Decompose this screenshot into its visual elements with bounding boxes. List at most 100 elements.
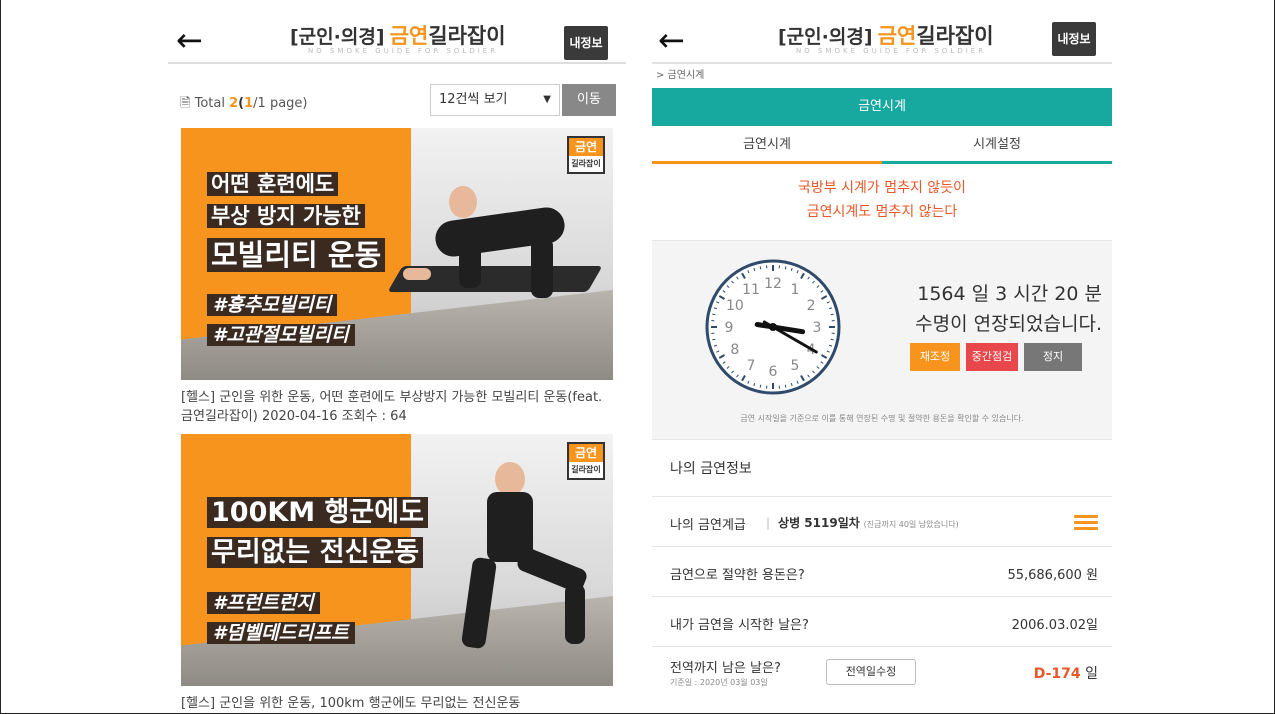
clock-number: 6 xyxy=(769,364,778,380)
thumb-tag: #프런트런지 xyxy=(207,588,320,615)
clock-number: 8 xyxy=(730,342,739,358)
dday-value: D-174 xyxy=(1033,666,1081,682)
rank-row: 나의 금연계급 | 상병 5119일차 (진급까지 40일 남았습니다) xyxy=(652,496,1112,546)
discharge-row: 전역까지 남은 날은? 기준일 : 2020년 03월 03일 전역일수정 D-… xyxy=(652,646,1112,706)
logo[interactable]: [군인·의경] 금연길라잡이 NO SMOKE GUIDE FOR SOLDIE… xyxy=(778,20,994,55)
back-arrow-icon[interactable]: ← xyxy=(658,20,685,60)
clock-number: 2 xyxy=(807,298,816,314)
video-card[interactable]: 금연 길라잡이 100KM 행군에도 무리없는 전신운동 #프런트런지 #덤벨데… xyxy=(181,434,613,713)
clock-tick xyxy=(712,313,716,316)
breadcrumb[interactable]: > 금연시계 xyxy=(656,66,704,81)
discharge-label: 전역까지 남은 날은? xyxy=(670,661,781,676)
menu-icon[interactable] xyxy=(1074,515,1098,531)
total-label: Total xyxy=(194,96,225,111)
logo-main: 길라잡이 xyxy=(916,24,994,48)
discharge-base-date: 기준일 : 2020년 03월 03일 xyxy=(670,678,768,687)
section-title: 금연시계 xyxy=(652,88,1112,126)
video-list-screen: ← [군인·의경] 금연길라잡이 NO SMOKE GUIDE FOR SOLD… xyxy=(168,14,626,714)
clock-number: 5 xyxy=(791,358,800,374)
total-number: 2 xyxy=(229,96,239,111)
page-current: 1 xyxy=(244,96,254,111)
clock-note: 금연 시작일을 기준으로 이를 통해 연장된 수명 및 절약한 용돈을 확인할 … xyxy=(740,414,1024,423)
tab-clock[interactable]: 금연시계 xyxy=(652,132,882,164)
clock-tick xyxy=(784,384,787,388)
thumb-title-line: 어떤 훈련에도 xyxy=(207,168,339,198)
header: ← [군인·의경] 금연길라잡이 NO SMOKE GUIDE FOR SOLD… xyxy=(168,14,626,64)
quit-clock-screen: ← [군인·의경] 금연길라잡이 NO SMOKE GUIDE FOR SOLD… xyxy=(652,14,1112,714)
edit-discharge-button[interactable]: 전역일수정 xyxy=(826,659,916,685)
thumb-tag: #흉추모빌리티 xyxy=(207,290,338,317)
dday: D-174 일 xyxy=(1034,663,1098,683)
clock-tick xyxy=(759,384,762,388)
slogan: 국방부 시계가 멈추지 않듯이 금연시계도 멈추지 않는다 xyxy=(652,176,1112,224)
total-count: 🗎 Total 2(1/1 page) xyxy=(180,94,307,116)
clock-tick xyxy=(830,313,834,316)
page-rest: /1 page) xyxy=(253,96,308,111)
thumb-tag: #고관절모빌리티 xyxy=(207,320,355,347)
extended-duration: 1564 일 3 시간 20 분 xyxy=(917,283,1102,305)
clock-number: 7 xyxy=(747,358,756,374)
rank-value-group: | 상병 5119일차 (진급까지 40일 남았습니다) xyxy=(766,516,959,530)
checkpoint-button[interactable]: 중간점검 xyxy=(966,343,1018,371)
dropdown-arrow-icon: ▼ xyxy=(543,94,551,105)
video-title[interactable]: [헬스] 군인을 위한 운동, 100km 행군에도 무리없는 전신운동 xyxy=(181,694,613,713)
clock-panel: 121234567891011 1564 일 3 시간 20 분 수명이 연장되… xyxy=(652,240,1112,440)
clock-number: 11 xyxy=(742,282,760,298)
slogan-line: 금연시계도 멈추지 않는다 xyxy=(806,204,958,220)
start-date-row: 내가 금연을 시작한 날은? 2006.03.02일 xyxy=(652,596,1112,646)
thumb-title-line: 모빌리티 운동 xyxy=(207,232,386,274)
logo-subtitle: NO SMOKE GUIDE FOR SOLDIER xyxy=(308,47,499,55)
saved-value: 55,686,600 원 xyxy=(1007,568,1098,583)
thumb-tag: #덤벨데드리프트 xyxy=(207,618,355,645)
video-title[interactable]: [헬스] 군인을 위한 운동, 어떤 훈련에도 부상방지 가능한 모빌리티 운동… xyxy=(181,388,613,426)
thumb-title-line: 무리없는 전신운동 xyxy=(207,530,424,569)
video-card[interactable]: 금연 길라잡이 어떤 훈련에도 부상 방지 가능한 모빌리티 운동 #흉추모빌리… xyxy=(181,128,613,426)
start-value: 2006.03.02일 xyxy=(1011,618,1098,633)
extended-message: 수명이 연장되었습니다. xyxy=(915,313,1102,335)
thumb-title-line: 100KM 행군에도 xyxy=(207,490,428,529)
logo[interactable]: [군인·의경] 금연길라잡이 NO SMOKE GUIDE FOR SOLDIE… xyxy=(290,20,506,55)
dday-unit: 일 xyxy=(1085,666,1098,682)
logo-prefix: [군인·의경] xyxy=(778,26,873,48)
go-button[interactable]: 이동 xyxy=(562,84,616,116)
info-title: 나의 금연정보 xyxy=(670,461,752,477)
saved-label: 금연으로 절약한 용돈은? xyxy=(670,568,805,583)
clock-number: 9 xyxy=(725,320,734,336)
per-page-value: 12건씩 보기 xyxy=(439,92,508,107)
clock-number: 12 xyxy=(764,276,782,292)
per-page-select[interactable]: 12건씩 보기 ▼ xyxy=(430,84,560,116)
clock-tick xyxy=(712,338,716,341)
tab-settings[interactable]: 시계설정 xyxy=(882,132,1112,164)
brand-badge: 금연 길라잡이 xyxy=(567,442,605,480)
clock-tick xyxy=(830,338,834,341)
stop-button[interactable]: 정지 xyxy=(1024,343,1082,371)
my-info-button[interactable]: 내정보 xyxy=(564,26,608,60)
header: ← [군인·의경] 금연길라잡이 NO SMOKE GUIDE FOR SOLD… xyxy=(652,14,1112,64)
list-toolbar: 🗎 Total 2(1/1 page) 12건씩 보기 ▼ 이동 xyxy=(168,84,618,118)
saved-money-row: 금연으로 절약한 용돈은? 55,686,600 원 xyxy=(652,546,1112,596)
start-label: 내가 금연을 시작한 날은? xyxy=(670,618,809,633)
reset-button[interactable]: 재조정 xyxy=(910,343,960,371)
thumb-title-line: 부상 방지 가능한 xyxy=(207,200,365,230)
logo-subtitle: NO SMOKE GUIDE FOR SOLDIER xyxy=(796,47,987,55)
logo-accent: 금연 xyxy=(877,24,917,48)
back-arrow-icon[interactable]: ← xyxy=(176,20,203,60)
rank-label: 나의 금연계급 xyxy=(670,518,746,533)
clock-number: 10 xyxy=(726,298,744,314)
clock-center xyxy=(769,323,777,331)
my-info-button[interactable]: 내정보 xyxy=(1052,22,1096,56)
video-thumbnail[interactable]: 금연 길라잡이 어떤 훈련에도 부상 방지 가능한 모빌리티 운동 #흉추모빌리… xyxy=(181,128,613,380)
clock-tick xyxy=(759,266,762,270)
rank-value: 상병 5119일차 xyxy=(778,516,860,530)
video-thumbnail[interactable]: 금연 길라잡이 100KM 행군에도 무리없는 전신운동 #프런트런지 #덤벨데… xyxy=(181,434,613,686)
tab-bar: 금연시계 시계설정 xyxy=(652,132,1112,164)
clock-icon: 121234567891011 xyxy=(705,259,841,395)
logo-accent: 금연 xyxy=(389,24,429,48)
clock-number: 3 xyxy=(813,320,822,336)
brand-badge: 금연 길라잡이 xyxy=(567,136,605,174)
clock-tick xyxy=(784,266,787,270)
clock-number: 1 xyxy=(791,282,800,298)
logo-prefix: [군인·의경] xyxy=(290,26,385,48)
document-icon: 🗎 xyxy=(180,96,191,111)
logo-main: 길라잡이 xyxy=(428,24,506,48)
